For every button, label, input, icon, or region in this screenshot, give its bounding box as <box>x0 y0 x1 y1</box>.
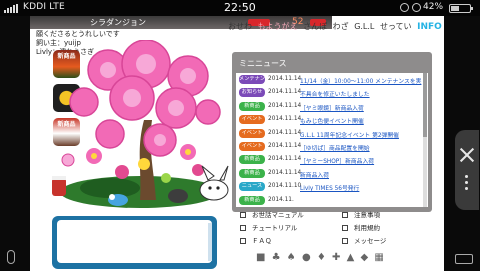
rock-creature <box>168 189 188 203</box>
news-title-link[interactable]: Livly TIMES 56号発行 <box>300 183 359 192</box>
news-list[interactable]: メンテナンス 2014.11.14 11/14（金）10:00～11:00 メンテナ… <box>236 73 428 207</box>
trash-icon[interactable]: ■ <box>256 252 265 263</box>
news-date: 2014.11.14 <box>268 116 302 123</box>
link-message[interactable]: メッセージ <box>342 235 386 245</box>
news-date: 2014.11.14 <box>268 129 302 136</box>
news-category-badge: メンテナンス <box>239 75 271 84</box>
screen: KDDI LTE 22:50 42% シラダンジョン 52 願くださるとうれしい… <box>0 0 480 271</box>
news-row[interactable]: 新商品 2014.11.14 新商品入荷 <box>236 167 428 180</box>
news-date: 2014.11.14 <box>268 156 302 163</box>
checkbox-icon <box>240 238 246 244</box>
map-icon[interactable]: ♦ <box>317 252 326 263</box>
news-title-link[interactable]: G.L.L 11周年記念イベント 第2弾開催 <box>300 130 399 139</box>
news-row[interactable]: 新商品 2014.11.14 ［ヤミーSHOP］新商品入荷 <box>236 153 428 166</box>
news-category-badge: 新商品 <box>239 101 265 111</box>
checkbox-icon <box>342 238 348 244</box>
owner-note: 願くださるとうれしいです <box>36 30 120 38</box>
checkbox-icon <box>240 212 246 218</box>
location-icon <box>400 3 409 12</box>
news-title-link[interactable]: ［ヤミーSHOP］新商品入荷 <box>300 156 374 165</box>
news-row[interactable]: お知らせ 2014.11.14 不具合を修正いたしました <box>236 86 428 99</box>
status-bar: KDDI LTE 22:50 42% <box>0 0 480 16</box>
news-date: 2014.11.14 <box>268 142 302 149</box>
nav-walk[interactable]: さんぽ <box>303 22 327 31</box>
nav-settings[interactable]: せってい <box>380 22 412 31</box>
news-category-badge: イベント <box>239 128 265 138</box>
battery-icon <box>449 4 473 13</box>
main-nav: おせわ もようがえ さんぽ わざ G.L.L せってい INFO <box>228 21 444 35</box>
news-date: 2014.11.14 <box>268 76 302 82</box>
news-title-link[interactable]: もみじ色便イベント開催 <box>300 116 364 125</box>
walk-icon[interactable]: ♣ <box>272 252 281 263</box>
cup-item[interactable] <box>52 176 66 196</box>
news-date: 2014.11.14 <box>268 169 302 176</box>
link-notes[interactable]: 注意事項 <box>342 209 380 219</box>
link-terms[interactable]: 利用規約 <box>342 222 380 232</box>
news-category-badge: ニュース <box>239 182 265 192</box>
news-row[interactable]: イベント 2014.11.14 もみじ色便イベント開催 <box>236 113 428 126</box>
news-date: 2014.11. <box>268 196 294 203</box>
mini-news-panel: ミニニュース メンテナンス 2014.11.14 11/14（金）10:00～11:… <box>232 52 432 212</box>
news-title-link[interactable]: 新商品入荷 <box>300 170 329 179</box>
news-category-badge: お知らせ <box>239 88 265 98</box>
food-icon[interactable]: ● <box>302 252 311 263</box>
battery-percent: 42% <box>423 2 444 12</box>
news-date: 2014.11.14 <box>268 89 302 96</box>
bag-icon[interactable]: ▲ <box>347 252 355 263</box>
carrier-label: KDDI LTE <box>23 2 65 12</box>
livly-pet[interactable] <box>199 165 229 201</box>
clock: 22:50 <box>224 1 256 14</box>
nav-redecorate[interactable]: もようがえ <box>258 22 298 31</box>
nav-gll[interactable]: G.L.L <box>354 22 374 31</box>
nav-skills[interactable]: わざ <box>333 22 349 31</box>
pet-icon[interactable]: ♠ <box>287 252 296 263</box>
news-row[interactable]: イベント 2014.11.14 G.L.L 11周年記念イベント 第2弾開催 <box>236 127 428 140</box>
side-panel-toggle[interactable] <box>455 130 479 210</box>
grid-icon[interactable]: ▦ <box>374 252 383 263</box>
nav-care[interactable]: おせわ <box>228 22 252 31</box>
house-icon[interactable]: ◆ <box>361 252 369 263</box>
news-row[interactable]: 新商品 2014.11. <box>236 194 428 207</box>
garden-scene[interactable] <box>48 40 240 212</box>
alarm-icon <box>412 3 421 12</box>
blue-creature[interactable] <box>108 194 128 206</box>
news-row[interactable]: メンテナンス 2014.11.14 11/14（金）10:00～11:00 メンテナ… <box>236 73 428 86</box>
close-icon[interactable] <box>460 148 474 162</box>
mini-news-title: ミニニュース <box>239 59 287 68</box>
news-row[interactable]: ニュース 2014.11.10 Livly TIMES 56号発行 <box>236 180 428 193</box>
news-row[interactable]: 新商品 2014.11.14 ［ヤミ眼鏡］新商品入荷 <box>236 100 428 113</box>
chat-box[interactable] <box>52 216 217 269</box>
chat-scrollbar[interactable] <box>208 223 212 261</box>
news-title-link[interactable]: 11/14（金）10:00～11:00 メンテナンスを実 <box>300 76 421 85</box>
more-dots-icon[interactable] <box>465 175 468 193</box>
news-category-badge: 新商品 <box>239 168 265 178</box>
tools-icon[interactable]: ✚ <box>332 252 340 263</box>
game-canvas[interactable]: シラダンジョン 52 願くださるとうれしいです 飼い主：yuijp Livly：… <box>30 16 444 271</box>
news-scrollbar[interactable] <box>423 73 427 207</box>
link-faq[interactable]: ＦＡＱ <box>240 235 272 245</box>
checkbox-icon <box>240 225 246 231</box>
link-tutorial[interactable]: チュートリアル <box>240 222 297 232</box>
news-category-badge: イベント <box>239 141 265 151</box>
news-date: 2014.11.10 <box>268 183 302 190</box>
checkbox-icon <box>342 212 348 218</box>
news-category-badge: 新商品 <box>239 195 265 205</box>
signal-icon <box>4 4 20 13</box>
news-title-link[interactable]: ［ヤミ眼鏡］新商品入荷 <box>300 103 364 112</box>
news-category-badge: 新商品 <box>239 155 265 165</box>
link-care-manual[interactable]: お世話マニュアル <box>240 209 304 219</box>
news-title-link[interactable]: 不具合を修正いたしました <box>300 89 370 98</box>
bottom-toolbar: ■ ♣ ♠ ● ♦ ✚ ▲ ◆ ▦ <box>256 252 426 268</box>
news-category-badge: イベント <box>239 115 265 125</box>
small-blossom <box>61 153 75 167</box>
chat-input[interactable] <box>57 220 212 263</box>
nav-info[interactable]: INFO <box>417 22 442 32</box>
news-row[interactable]: イベント 2014.11.14 ［ゆ切ぱ］商品配置を開始 <box>236 140 428 153</box>
checkbox-icon <box>342 225 348 231</box>
mouse-icon[interactable] <box>7 250 15 264</box>
news-title-link[interactable]: ［ゆ切ぱ］商品配置を開始 <box>300 143 370 152</box>
keyboard-icon[interactable] <box>455 254 473 264</box>
news-date: 2014.11.14 <box>268 102 302 109</box>
